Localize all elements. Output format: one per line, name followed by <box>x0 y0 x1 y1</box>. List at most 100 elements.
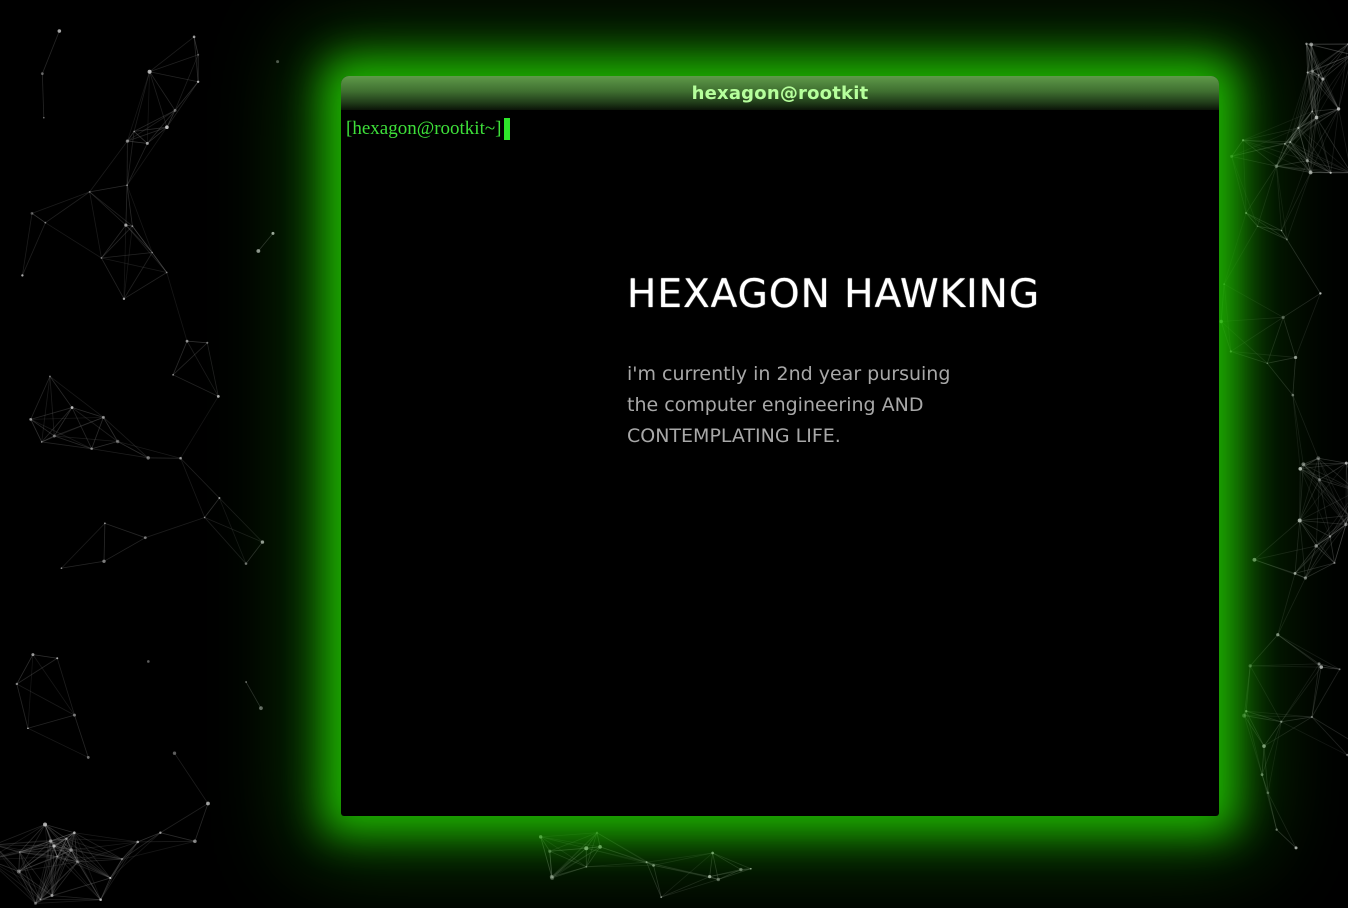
network-link <box>180 396 219 459</box>
network-node <box>146 456 150 460</box>
network-link <box>172 340 188 375</box>
network-node <box>549 874 554 879</box>
network-link <box>596 832 601 847</box>
network-node <box>126 184 128 187</box>
network-link <box>596 832 647 863</box>
network-link <box>1242 127 1299 141</box>
network-link <box>1295 293 1321 358</box>
network-link <box>160 803 209 834</box>
network-link <box>206 342 219 397</box>
network-link <box>193 36 199 82</box>
network-link <box>174 54 199 111</box>
network-node <box>1305 159 1309 163</box>
network-link <box>187 340 208 344</box>
network-link <box>121 832 161 860</box>
network-link <box>1282 317 1296 358</box>
network-link <box>540 836 587 849</box>
network-link <box>1254 520 1300 561</box>
network-link <box>32 654 58 659</box>
network-node <box>49 375 51 378</box>
network-node <box>52 844 56 848</box>
network-link <box>101 257 167 273</box>
network-node <box>172 751 177 755</box>
network-node <box>185 339 189 343</box>
network-link <box>1292 394 1319 459</box>
network-link <box>172 374 219 397</box>
network-node <box>716 877 720 882</box>
network-node <box>1310 69 1314 73</box>
network-link <box>27 714 75 729</box>
network-node <box>1319 665 1324 669</box>
network-node <box>1252 557 1257 562</box>
network-link <box>160 832 195 842</box>
network-node <box>585 865 588 868</box>
network-link <box>661 879 719 898</box>
network-node <box>197 53 200 56</box>
network-link <box>646 852 713 863</box>
network-link <box>133 71 150 132</box>
command-prompt[interactable]: [hexagon@rootkit~] <box>346 118 511 140</box>
network-link <box>174 752 209 804</box>
network-node <box>43 822 48 827</box>
network-node <box>660 896 663 899</box>
network-link <box>194 803 209 842</box>
network-node <box>57 29 62 33</box>
network-node <box>645 861 648 864</box>
network-link <box>1267 792 1297 849</box>
network-node <box>259 706 263 711</box>
network-node <box>1223 283 1226 285</box>
network-link <box>204 497 220 518</box>
network-link <box>91 417 104 449</box>
network-link <box>551 846 601 878</box>
network-link <box>122 840 195 860</box>
network-link <box>16 683 75 716</box>
network-link <box>1221 316 1284 322</box>
network-node <box>44 221 47 224</box>
network-link <box>18 852 21 872</box>
network-node <box>1262 744 1266 748</box>
network-node <box>1248 664 1252 668</box>
network-node <box>125 139 129 143</box>
network-node <box>1308 170 1313 175</box>
network-link <box>137 840 195 843</box>
network-link <box>180 458 205 518</box>
network-link <box>1249 634 1279 667</box>
network-link <box>1250 663 1320 667</box>
hero-heading: HEXAGON HAWKING <box>627 272 1041 317</box>
network-link <box>1311 716 1348 756</box>
network-link <box>100 877 111 900</box>
network-link <box>103 537 146 562</box>
network-link <box>27 727 89 758</box>
network-node <box>1319 292 1322 295</box>
network-node <box>143 536 147 540</box>
network-link <box>56 658 75 716</box>
network-link <box>101 257 125 300</box>
network-link <box>101 224 127 259</box>
network-link <box>149 54 199 73</box>
network-node <box>56 657 59 660</box>
network-node <box>245 681 248 683</box>
network-node <box>1260 773 1264 777</box>
network-node <box>100 257 103 259</box>
network-link <box>41 73 45 118</box>
network-node <box>86 756 90 759</box>
network-node <box>40 441 43 443</box>
network-node <box>99 898 102 902</box>
network-link <box>117 441 181 459</box>
network-link <box>145 517 205 539</box>
network-link <box>258 233 274 252</box>
network-link <box>110 832 161 879</box>
network-node <box>711 851 714 855</box>
network-link <box>71 407 104 418</box>
network-link <box>709 852 714 877</box>
network-node <box>1229 350 1232 353</box>
network-link <box>149 71 176 111</box>
network-link <box>104 522 146 539</box>
network-link <box>1281 721 1348 756</box>
terminal-titlebar[interactable]: hexagon@rootkit <box>341 76 1219 110</box>
network-node <box>218 497 221 500</box>
network-node <box>206 801 210 806</box>
network-node <box>1303 576 1308 580</box>
network-link <box>41 416 104 443</box>
network-link <box>204 517 247 564</box>
